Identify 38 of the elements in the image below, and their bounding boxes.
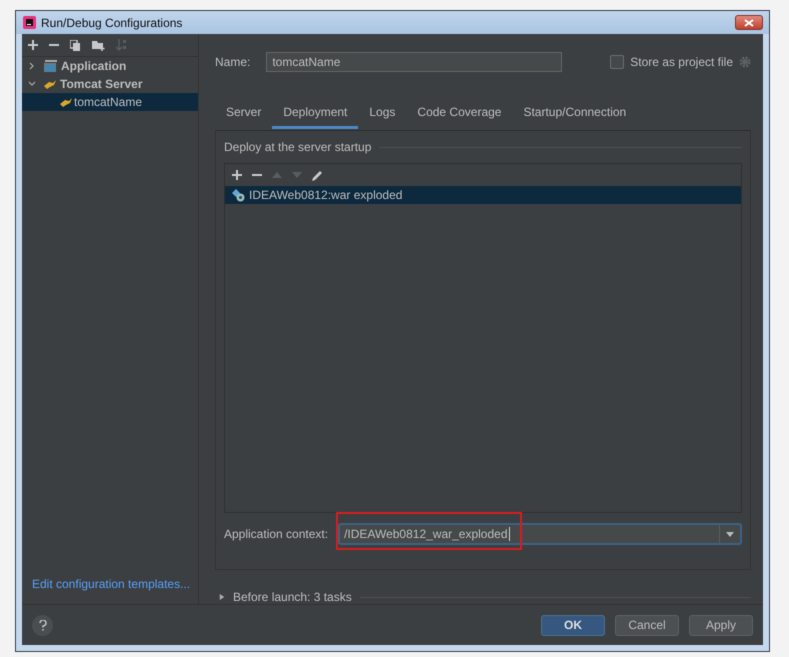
edit-templates-link[interactable]: Edit configuration templates...: [22, 577, 198, 591]
store-checkbox[interactable]: [610, 55, 624, 69]
tab[interactable]: Deployment: [272, 99, 358, 129]
store-label: Store as project file: [630, 55, 733, 69]
close-icon: [744, 18, 754, 26]
help-button[interactable]: [32, 614, 53, 636]
add-icon[interactable]: [232, 170, 242, 180]
dropdown-arrow-icon[interactable]: [726, 532, 734, 536]
name-field[interactable]: tomcatName: [266, 52, 562, 72]
tab[interactable]: Startup/Connection: [512, 99, 638, 129]
copy-icon[interactable]: [70, 40, 81, 50]
chevron-icon: [28, 80, 36, 88]
context-combo[interactable]: /IDEAWeb0812_war_exploded: [338, 523, 742, 545]
tab[interactable]: Logs: [358, 99, 406, 129]
triangle-icon: [219, 593, 225, 601]
artifact-item[interactable]: IDEAWeb0812:war exploded: [225, 186, 741, 204]
tree-item[interactable]: Tomcat Server: [22, 75, 198, 93]
tree-item[interactable]: tomcatName: [22, 93, 198, 111]
add-icon[interactable]: [28, 40, 38, 50]
window-icon: [44, 60, 57, 72]
artifact-icon: [232, 188, 245, 202]
dialog-button[interactable]: Apply: [689, 614, 753, 636]
section-title: Deploy at the server startup: [224, 140, 372, 154]
close-button[interactable]: [735, 15, 763, 30]
folder-icon[interactable]: [92, 40, 105, 50]
tab[interactable]: Code Coverage: [406, 99, 512, 129]
tab[interactable]: Server: [215, 99, 272, 129]
name-label: Name:: [215, 55, 250, 69]
dialog-button[interactable]: Cancel: [615, 614, 679, 636]
app-logo-icon: [23, 16, 36, 29]
pencil-icon[interactable]: [312, 170, 323, 180]
dialog-button[interactable]: OK: [541, 614, 605, 636]
window-title: Run/Debug Configurations: [41, 16, 182, 30]
chevron-icon: [28, 62, 36, 70]
help-icon: [38, 620, 46, 630]
context-label: Application context:: [224, 527, 328, 541]
before-launch-toggle[interactable]: Before launch: 3 tasks: [215, 590, 751, 604]
tree-item[interactable]: Application: [22, 57, 198, 75]
